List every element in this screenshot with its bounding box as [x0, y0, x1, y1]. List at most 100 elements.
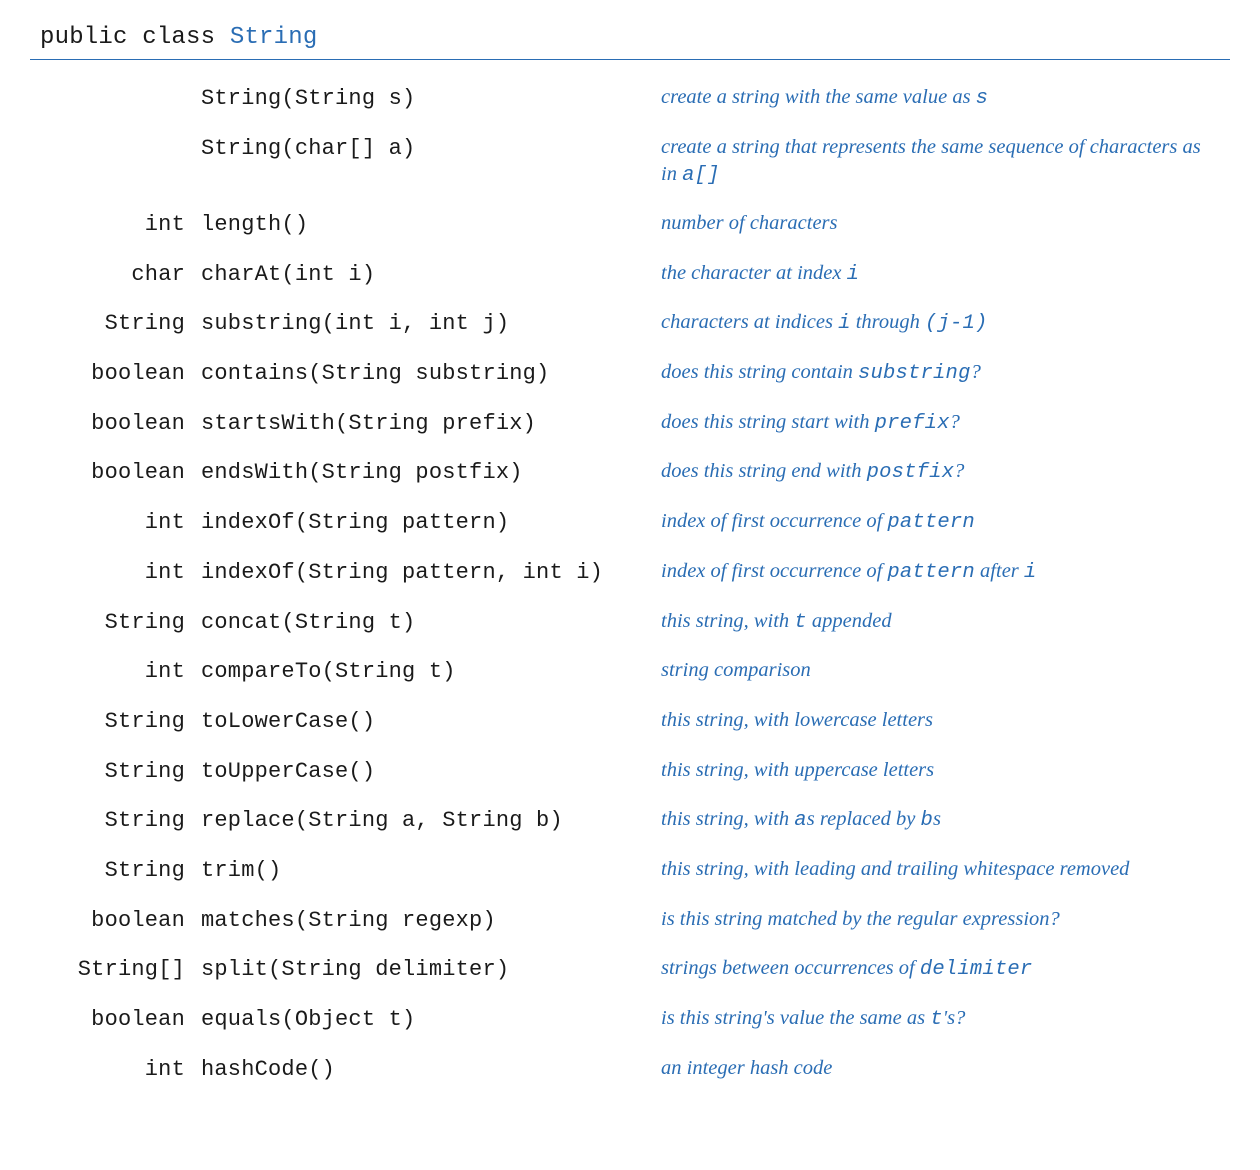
- table-row: Stringconcat(String t)this string, with …: [30, 598, 1230, 648]
- desc-text: ?: [950, 411, 960, 433]
- return-type: int: [30, 548, 201, 598]
- code-token: prefix: [875, 412, 950, 435]
- code-token: t: [794, 611, 807, 634]
- method-description: create a string that represents the same…: [661, 124, 1230, 200]
- code-token: t: [930, 1008, 943, 1031]
- code-token: a: [794, 809, 807, 832]
- return-type: String: [30, 796, 201, 846]
- table-row: booleanendsWith(String postfix)does this…: [30, 448, 1230, 498]
- return-type: String: [30, 299, 201, 349]
- return-type: int: [30, 1045, 201, 1095]
- method-description: this string, with t appended: [661, 598, 1230, 648]
- method-description: index of first occurrence of pattern: [661, 498, 1230, 548]
- return-type: boolean: [30, 349, 201, 399]
- method-description: this string, with lowercase letters: [661, 697, 1230, 747]
- method-description: this string, with uppercase letters: [661, 747, 1230, 797]
- method-description: string comparison: [661, 647, 1230, 697]
- method-signature: charAt(int i): [201, 250, 661, 300]
- method-description: characters at indices i through (j-1): [661, 299, 1230, 349]
- method-signature: contains(String substring): [201, 349, 661, 399]
- table-row: charcharAt(int i)the character at index …: [30, 250, 1230, 300]
- method-description: create a string with the same value as s: [661, 74, 1230, 124]
- method-signature: String(String s): [201, 74, 661, 124]
- method-description: index of first occurrence of pattern aft…: [661, 548, 1230, 598]
- table-row: booleanmatches(String regexp)is this str…: [30, 896, 1230, 946]
- table-row: Stringsubstring(int i, int j)characters …: [30, 299, 1230, 349]
- desc-text: index of first occurrence of: [661, 560, 887, 582]
- return-type: String: [30, 747, 201, 797]
- return-type: String[]: [30, 945, 201, 995]
- table-row: intindexOf(String pattern)index of first…: [30, 498, 1230, 548]
- desc-text: through: [851, 311, 925, 333]
- table-row: inthashCode()an integer hash code: [30, 1045, 1230, 1095]
- return-type: String: [30, 598, 201, 648]
- return-type: int: [30, 200, 201, 250]
- desc-text: this string, with uppercase letters: [661, 759, 934, 781]
- method-signature: String(char[] a): [201, 124, 661, 200]
- method-description: number of characters: [661, 200, 1230, 250]
- return-type: boolean: [30, 399, 201, 449]
- desc-text: characters at indices: [661, 311, 838, 333]
- code-token: pattern: [887, 561, 975, 584]
- method-description: strings between occurrences of delimiter: [661, 945, 1230, 995]
- method-description: is this string matched by the regular ex…: [661, 896, 1230, 946]
- method-signature: concat(String t): [201, 598, 661, 648]
- class-header-name: String: [230, 24, 318, 51]
- desc-text: is this string's value the same as: [661, 1007, 930, 1029]
- method-description: does this string end with postfix?: [661, 448, 1230, 498]
- table-row: Stringtrim()this string, with leading an…: [30, 846, 1230, 896]
- code-token: i: [838, 312, 851, 335]
- desc-text: is this string matched by the regular ex…: [661, 908, 1060, 930]
- method-signature: indexOf(String pattern, int i): [201, 548, 661, 598]
- class-header: public class String: [30, 24, 1230, 60]
- method-signature: substring(int i, int j): [201, 299, 661, 349]
- table-row: booleanequals(Object t)is this string's …: [30, 995, 1230, 1045]
- return-type: boolean: [30, 995, 201, 1045]
- table-row: intlength()number of characters: [30, 200, 1230, 250]
- table-row: intcompareTo(String t)string comparison: [30, 647, 1230, 697]
- return-type: boolean: [30, 448, 201, 498]
- desc-text: does this string start with: [661, 411, 875, 433]
- method-description: does this string start with prefix?: [661, 399, 1230, 449]
- desc-text: this string, with: [661, 610, 794, 632]
- method-signature: trim(): [201, 846, 661, 896]
- method-signature: replace(String a, String b): [201, 796, 661, 846]
- return-type: int: [30, 647, 201, 697]
- table-row: booleancontains(String substring)does th…: [30, 349, 1230, 399]
- method-signature: equals(Object t): [201, 995, 661, 1045]
- return-type: int: [30, 498, 201, 548]
- desc-text: the character at index: [661, 262, 847, 284]
- code-token: s: [976, 87, 989, 110]
- desc-text: strings between occurrences of: [661, 957, 920, 979]
- return-type: [30, 74, 201, 124]
- return-type: boolean: [30, 896, 201, 946]
- method-description: is this string's value the same as t's?: [661, 995, 1230, 1045]
- desc-text: does this string contain: [661, 361, 858, 383]
- method-description: does this string contain substring?: [661, 349, 1230, 399]
- method-description: the character at index i: [661, 250, 1230, 300]
- api-table: String(String s)create a string with the…: [30, 74, 1230, 1094]
- method-signature: length(): [201, 200, 661, 250]
- table-row: StringtoUpperCase()this string, with upp…: [30, 747, 1230, 797]
- method-signature: hashCode(): [201, 1045, 661, 1095]
- code-token: i: [1024, 561, 1037, 584]
- return-type: String: [30, 846, 201, 896]
- table-row: StringtoLowerCase()this string, with low…: [30, 697, 1230, 747]
- desc-text: ?: [971, 361, 981, 383]
- return-type: [30, 124, 201, 200]
- code-token: i: [847, 263, 860, 286]
- table-row: String[]split(String delimiter)strings b…: [30, 945, 1230, 995]
- desc-text: create a string with the same value as: [661, 86, 976, 108]
- class-header-prefix: public class: [40, 24, 230, 51]
- method-signature: split(String delimiter): [201, 945, 661, 995]
- desc-text: s: [933, 808, 941, 830]
- table-row: intindexOf(String pattern, int i)index o…: [30, 548, 1230, 598]
- code-token: pattern: [887, 511, 975, 534]
- desc-text: appended: [807, 610, 892, 632]
- method-signature: compareTo(String t): [201, 647, 661, 697]
- code-token: postfix: [867, 461, 955, 484]
- desc-text: this string, with: [661, 808, 794, 830]
- method-signature: toLowerCase(): [201, 697, 661, 747]
- desc-text: after: [975, 560, 1024, 582]
- table-row: String(String s)create a string with the…: [30, 74, 1230, 124]
